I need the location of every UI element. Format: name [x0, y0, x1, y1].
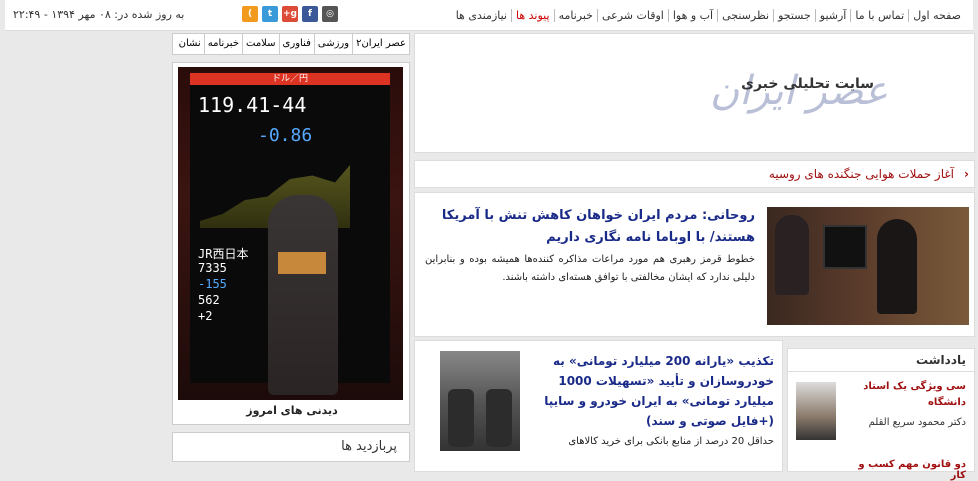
quote-value: 119.41-44: [198, 93, 307, 117]
nav-contact[interactable]: تماس با ما: [850, 8, 908, 22]
top-nav: صفحه اول تماس با ما آرشیو جستجو نظرسنجی …: [452, 0, 965, 30]
second-story-image[interactable]: [440, 351, 520, 451]
second-story-summary: حداقل 20 درصد از منابع بانکی برای خرید ک…: [568, 436, 774, 447]
most-viewed-title[interactable]: پربازدید ها: [341, 439, 397, 455]
interviewee-figure: [877, 219, 917, 314]
top-bar: صفحه اول تماس با ما آرشیو جستجو نظرسنجی …: [5, 0, 973, 31]
nav-weather[interactable]: آب و هوا: [667, 8, 717, 22]
tv-screen-figure: [823, 225, 867, 269]
note-author: دکتر محمود سریع القلم: [868, 417, 966, 428]
tab-asriran2[interactable]: عصر ایران۲: [352, 34, 409, 54]
kimono-woman-figure: [268, 195, 338, 395]
lead-story: روحانی: مردم ایران خواهان کاهش تنش با آم…: [414, 192, 975, 337]
second-story-title[interactable]: تکذیب «یارانه 200 میلیارد تومانی» به خود…: [519, 351, 774, 431]
author-avatar: [796, 382, 836, 440]
twitter-icon[interactable]: t: [262, 6, 278, 22]
featured-photo[interactable]: ドル／円 119.41-44 -0.86 JR西日本 7335 -155 562…: [178, 67, 403, 400]
note-title[interactable]: سی ویژگی یک استاد دانشگاه: [846, 379, 966, 411]
notes-box: یادداشت سی ویژگی یک استاد دانشگاه دکتر م…: [787, 348, 975, 481]
site-header: عصر ایران سایت تحلیلی خبری: [414, 33, 975, 153]
tab-technology[interactable]: فناوری: [278, 34, 314, 54]
instagram-icon[interactable]: ◎: [322, 6, 338, 22]
rss-icon[interactable]: ): [242, 6, 258, 22]
nav-archive[interactable]: آرشیو: [814, 8, 851, 22]
photo-of-the-day: ドル／円 119.41-44 -0.86 JR西日本 7335 -155 562…: [172, 62, 410, 425]
chevron-left-icon[interactable]: ‹: [964, 161, 969, 187]
lead-story-summary: خطوط قرمز رهبری هم مورد مراعات مذاکره کن…: [425, 254, 755, 283]
board-row: 7335: [198, 261, 227, 275]
obi-sash-figure: [278, 252, 326, 274]
interviewer-figure: [775, 215, 809, 295]
photo-caption[interactable]: دیدنی های امروز: [173, 404, 411, 417]
notes-header: یادداشت: [788, 349, 974, 372]
nav-prayer-times[interactable]: اوقات شرعی: [596, 8, 668, 22]
board-row: -155: [198, 277, 227, 291]
nav-poll[interactable]: نظرسنجی: [717, 8, 773, 22]
updated-time: به روز شده در: ۰۸ مهر ۱۳۹۴ - ۲۲:۴۹: [13, 8, 185, 21]
board-row: 562: [198, 293, 220, 307]
facebook-icon[interactable]: f: [302, 6, 318, 22]
car-seat-figure: [486, 389, 512, 447]
category-tabs: عصر ایران۲ ورزشی فناوری سلامت خبرنامه نش…: [172, 33, 410, 55]
nav-links[interactable]: پیوند ها: [511, 8, 554, 22]
news-ticker: ‹ آغاز حملات هوایی جنگنده های روسیه: [414, 160, 975, 188]
nav-search[interactable]: جستجو: [773, 8, 815, 22]
note-title-2[interactable]: دو قانون مهم کسب و کار: [846, 459, 966, 481]
lead-story-image[interactable]: [767, 207, 969, 325]
board-rows: JR西日本 7335 -155 562 +2: [198, 245, 278, 325]
social-icons: ◎ f g+ t ): [242, 6, 338, 22]
tab-newsletter[interactable]: خبرنامه: [203, 34, 242, 54]
tab-neshan[interactable]: نشان: [176, 34, 204, 54]
site-tagline: سایت تحلیلی خبری: [741, 76, 874, 92]
second-story: تکذیب «یارانه 200 میلیارد تومانی» به خود…: [414, 340, 783, 472]
board-row: JR西日本: [198, 247, 249, 261]
car-seat-figure: [448, 389, 474, 447]
nav-home[interactable]: صفحه اول: [908, 8, 965, 22]
tab-health[interactable]: سلامت: [242, 34, 279, 54]
google-plus-icon[interactable]: g+: [282, 6, 298, 22]
most-viewed-box: پربازدید ها: [172, 432, 410, 462]
quote-change: -0.86: [258, 125, 313, 146]
tab-sports[interactable]: ورزشی: [313, 34, 352, 54]
board-header: ドル／円: [190, 73, 390, 85]
nav-classifieds[interactable]: نیازمندی ها: [452, 9, 511, 22]
lead-story-title[interactable]: روحانی: مردم ایران خواهان کاهش تنش با آم…: [425, 205, 755, 249]
board-row: +2: [198, 309, 213, 323]
main-column: عصر ایران سایت تحلیلی خبری ‹ آغاز حملات …: [414, 33, 975, 337]
ticker-headline[interactable]: آغاز حملات هوایی جنگنده های روسیه: [769, 167, 954, 181]
left-column: عصر ایران۲ ورزشی فناوری سلامت خبرنامه نش…: [172, 33, 410, 462]
nav-newsletter[interactable]: خبرنامه: [553, 8, 597, 22]
